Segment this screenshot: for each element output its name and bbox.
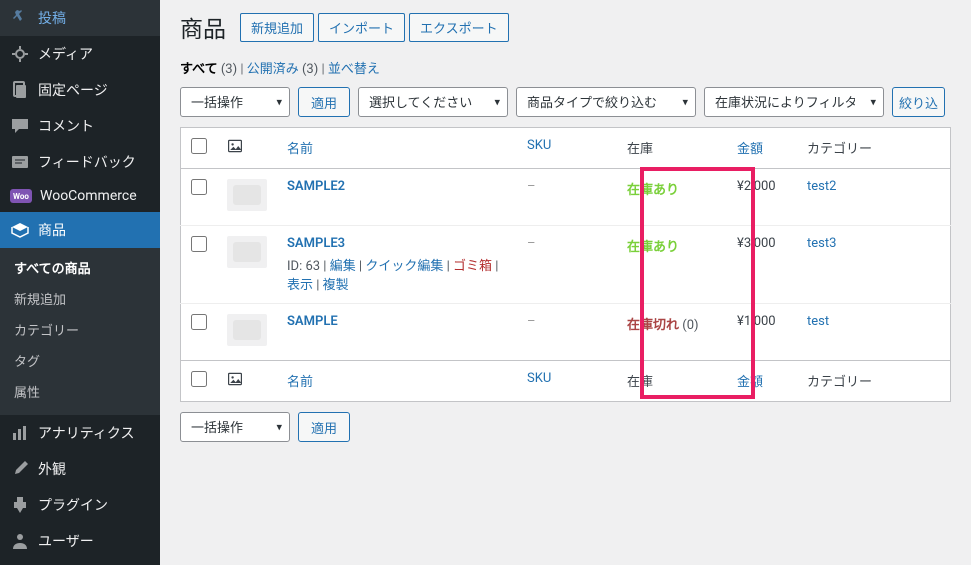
table-row: SAMPLE2 – 在庫あり ¥2,000 test2 (181, 169, 951, 226)
duplicate-link[interactable]: 複製 (323, 278, 349, 293)
filter-published[interactable]: 公開済み (247, 62, 299, 77)
filter-category-select[interactable]: 選択してください (358, 87, 508, 117)
product-thumbnail[interactable] (227, 179, 267, 211)
page-title: 商品 (180, 10, 226, 44)
comment-icon (10, 116, 30, 136)
filter-stock-select[interactable]: 在庫状況によりフィルタ (704, 87, 884, 117)
feedback-icon (10, 152, 30, 172)
menu-woocommerce[interactable]: WooWooCommerce (0, 180, 160, 212)
import-button[interactable]: インポート (318, 13, 405, 42)
product-icon (10, 220, 30, 240)
product-name-link[interactable]: SAMPLE (287, 314, 338, 329)
sku-value: – (527, 236, 536, 251)
plugin-icon (10, 495, 30, 515)
col-stock-foot[interactable]: 在庫 (617, 361, 727, 402)
analytics-icon (10, 423, 30, 443)
col-sku-foot[interactable]: SKU (517, 361, 617, 402)
brush-icon (10, 459, 30, 479)
tablenav-top: 一括操作 適用 選択してください 商品タイプで絞り込む 在庫状況によりフィルタ … (180, 87, 951, 117)
page-icon (10, 80, 30, 100)
table-row: SAMPLE – 在庫切れ (0) ¥1,000 test (181, 304, 951, 361)
col-price-foot[interactable]: 金額 (727, 361, 797, 402)
menu-media[interactable]: メディア (0, 36, 160, 72)
bulk-action-select-bottom[interactable]: 一括操作 (180, 412, 290, 442)
col-stock[interactable]: 在庫 (617, 128, 727, 169)
col-name[interactable]: 名前 (277, 128, 517, 169)
image-column-icon (227, 371, 243, 387)
row-checkbox[interactable] (191, 236, 207, 252)
menu-feedback[interactable]: フィードバック (0, 144, 160, 180)
menu-users[interactable]: ユーザー (0, 523, 160, 559)
pin-icon (10, 8, 30, 28)
menu-tools[interactable]: ツール (0, 559, 160, 565)
view-filters: すべて (3) | 公開済み (3) | 並べ替え (180, 58, 951, 77)
submenu-add-new[interactable]: 新規追加 (0, 283, 160, 314)
filter-all-label: すべて (180, 62, 218, 77)
row-actions: ID: 63 | 編集 | クイック編集 | ゴミ箱 | 表示 | 複製 (287, 255, 507, 293)
menu-products[interactable]: 商品 (0, 212, 160, 248)
product-name-link[interactable]: SAMPLE3 (287, 236, 345, 251)
col-categories[interactable]: カテゴリー (797, 128, 951, 169)
bulk-apply-top[interactable]: 適用 (298, 87, 350, 117)
submenu-all-products[interactable]: すべての商品 (0, 252, 160, 283)
select-all-top[interactable] (191, 138, 207, 154)
filter-submit[interactable]: 絞り込 (892, 87, 945, 117)
menu-plugins[interactable]: プラグイン (0, 487, 160, 523)
product-thumbnail[interactable] (227, 314, 267, 346)
menu-comments[interactable]: コメント (0, 108, 160, 144)
media-icon (10, 44, 30, 64)
submenu-attributes[interactable]: 属性 (0, 376, 160, 407)
quick-edit-link[interactable]: クイック編集 (365, 259, 443, 274)
stock-count: (0) (682, 318, 698, 333)
users-icon (10, 531, 30, 551)
admin-sidebar: 投稿 メディア 固定ページ コメント フィードバック WooWooCommerc… (0, 0, 160, 565)
bulk-action-select-top[interactable]: 一括操作 (180, 87, 290, 117)
image-column-icon (227, 138, 243, 154)
sku-value: – (527, 314, 536, 329)
submenu-categories[interactable]: カテゴリー (0, 314, 160, 345)
row-checkbox[interactable] (191, 179, 207, 195)
products-table: 名前 SKU 在庫 金額 カテゴリー SAMPLE2 – 在庫あり ¥2,000… (180, 127, 951, 402)
price-value: ¥2,000 (727, 169, 797, 226)
table-row: SAMPLE3 ID: 63 | 編集 | クイック編集 | ゴミ箱 | 表示 |… (181, 226, 951, 304)
add-new-button[interactable]: 新規追加 (240, 13, 314, 42)
submenu-products: すべての商品 新規追加 カテゴリー タグ 属性 (0, 248, 160, 415)
edit-link[interactable]: 編集 (330, 259, 356, 274)
filter-sort[interactable]: 並べ替え (328, 62, 380, 77)
col-price[interactable]: 金額 (727, 128, 797, 169)
category-link[interactable]: test (807, 314, 829, 329)
stock-status: 在庫あり (627, 240, 679, 255)
price-value: ¥1,000 (727, 304, 797, 361)
col-name-foot[interactable]: 名前 (277, 361, 517, 402)
woo-icon: Woo (10, 189, 32, 203)
menu-appearance[interactable]: 外観 (0, 451, 160, 487)
sku-value: – (527, 179, 536, 194)
category-link[interactable]: test3 (807, 236, 836, 251)
menu-analytics[interactable]: アナリティクス (0, 415, 160, 451)
stock-status: 在庫切れ (627, 318, 679, 333)
product-name-link[interactable]: SAMPLE2 (287, 179, 345, 194)
category-link[interactable]: test2 (807, 179, 836, 194)
stock-status: 在庫あり (627, 183, 679, 198)
view-link[interactable]: 表示 (287, 278, 313, 293)
bulk-apply-bottom[interactable]: 適用 (298, 412, 350, 442)
filter-product-type-select[interactable]: 商品タイプで絞り込む (516, 87, 696, 117)
filter-all-count: (3) (221, 62, 237, 77)
select-all-bottom[interactable] (191, 371, 207, 387)
col-categories-foot[interactable]: カテゴリー (797, 361, 951, 402)
export-button[interactable]: エクスポート (409, 13, 509, 42)
tablenav-bottom: 一括操作 適用 (180, 412, 951, 442)
submenu-tags[interactable]: タグ (0, 345, 160, 376)
page-header: 商品 新規追加 インポート エクスポート (180, 0, 951, 58)
product-thumbnail[interactable] (227, 236, 267, 268)
trash-link[interactable]: ゴミ箱 (453, 259, 492, 274)
main-content: 商品 新規追加 インポート エクスポート すべて (3) | 公開済み (3) … (160, 0, 971, 565)
menu-posts[interactable]: 投稿 (0, 0, 160, 36)
filter-published-count: (3) (302, 62, 318, 77)
row-checkbox[interactable] (191, 314, 207, 330)
col-sku[interactable]: SKU (517, 128, 617, 169)
menu-pages[interactable]: 固定ページ (0, 72, 160, 108)
price-value: ¥3,000 (727, 226, 797, 304)
